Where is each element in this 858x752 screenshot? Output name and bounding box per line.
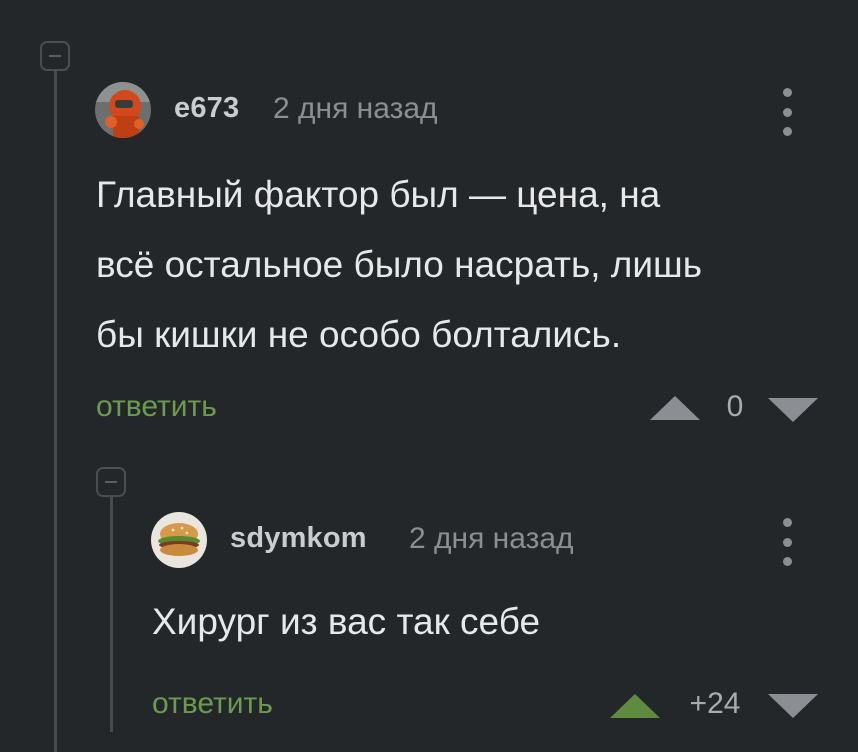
more-dot-icon — [782, 518, 792, 527]
thread-rail[interactable] — [54, 71, 57, 752]
upvote-button[interactable] — [610, 694, 660, 718]
comment-text-line: Главный фактор был — цена, на — [96, 174, 661, 215]
more-dot-icon — [782, 557, 792, 566]
upvote-button[interactable] — [650, 396, 700, 420]
more-dot-icon — [782, 107, 792, 117]
downvote-button[interactable] — [768, 694, 818, 718]
comment-username[interactable]: sdymkom — [230, 522, 367, 555]
avatar[interactable] — [95, 82, 151, 138]
comment-body: Хирург из вас так себе — [152, 587, 540, 657]
comment-text-line: всё остальное было насрать, лишь — [96, 244, 703, 285]
orange-astronaut-avatar-icon — [95, 82, 151, 138]
more-dot-icon — [782, 88, 792, 97]
comment-username[interactable]: e673 — [174, 92, 239, 125]
rating-value: 0 — [726, 390, 744, 423]
burger-avatar-icon — [151, 512, 207, 568]
collapse-thread-button[interactable] — [40, 41, 70, 71]
collapse-thread-button[interactable] — [96, 467, 126, 497]
more-options-button[interactable] — [781, 88, 793, 136]
reply-link[interactable]: ответить — [96, 390, 217, 424]
comment-timestamp[interactable]: 2 дня назад — [409, 522, 574, 556]
more-dot-icon — [782, 537, 792, 547]
comment-body: Главный фактор был — цена, на всё осталь… — [96, 160, 702, 370]
downvote-button[interactable] — [768, 398, 818, 422]
comment-text-line: Хирург из вас так себе — [152, 601, 541, 642]
more-options-button[interactable] — [781, 518, 793, 566]
comment-text-line: бы кишки не особо болтались. — [96, 314, 622, 355]
more-dot-icon — [782, 127, 792, 136]
comments-page: e673 2 дня назад Главный фактор был — це… — [0, 0, 858, 752]
reply-link[interactable]: ответить — [152, 687, 273, 721]
rating-value: +24 — [689, 687, 741, 720]
comment-timestamp[interactable]: 2 дня назад — [273, 92, 438, 126]
avatar[interactable] — [151, 512, 207, 568]
thread-rail[interactable] — [110, 497, 113, 732]
